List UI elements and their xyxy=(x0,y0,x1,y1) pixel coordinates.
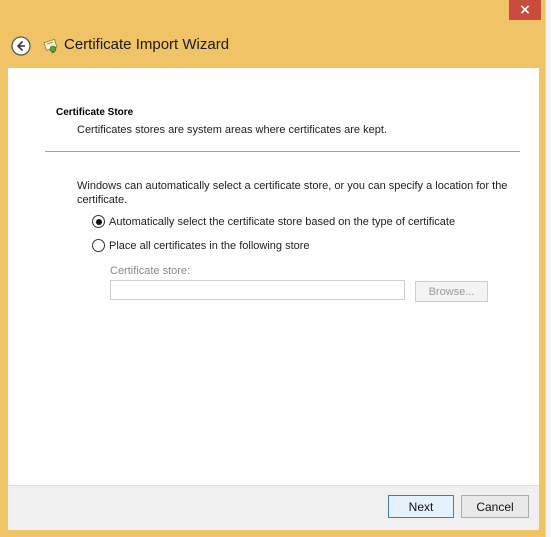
radio-button-checked[interactable] xyxy=(92,215,105,228)
radio-auto-select-label[interactable]: Automatically select the certificate sto… xyxy=(109,216,455,228)
back-arrow-icon xyxy=(11,36,31,56)
certificate-store-label: Certificate store: xyxy=(110,265,191,277)
window-edge xyxy=(545,0,551,537)
header-divider xyxy=(45,151,520,152)
browse-button: Browse... xyxy=(415,281,488,302)
wizard-content: Certificate Store Certificates stores ar… xyxy=(8,68,539,485)
store-description: Windows can automatically select a certi… xyxy=(77,180,508,206)
page-subheading: Certificates stores are system areas whe… xyxy=(77,124,387,136)
wizard-title: Certificate Import Wizard xyxy=(64,36,230,53)
radio-button[interactable] xyxy=(92,239,105,252)
radio-place-in-store[interactable]: Place all certificates in the following … xyxy=(92,239,310,252)
next-button[interactable]: Next xyxy=(388,495,454,518)
close-button[interactable]: × xyxy=(509,0,541,20)
page-heading: Certificate Store xyxy=(56,107,134,118)
wizard-footer: Next Cancel xyxy=(8,485,539,530)
certificate-icon xyxy=(43,38,59,54)
cancel-button[interactable]: Cancel xyxy=(461,495,529,518)
radio-auto-select[interactable]: Automatically select the certificate sto… xyxy=(92,215,455,228)
radio-place-in-store-label[interactable]: Place all certificates in the following … xyxy=(109,240,310,252)
certificate-store-input xyxy=(110,280,405,300)
back-button[interactable] xyxy=(11,36,31,56)
